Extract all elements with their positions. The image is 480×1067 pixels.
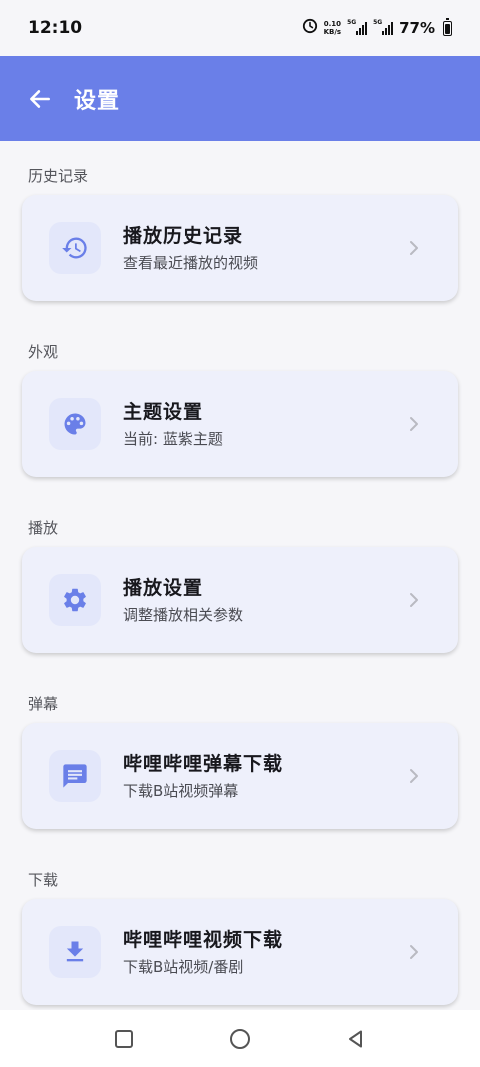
recent-apps-button[interactable] <box>110 1025 138 1053</box>
signal-icon-sim1: 5G <box>347 19 368 35</box>
section-label-download: 下载 <box>28 871 59 889</box>
system-nav-bar <box>0 1010 480 1067</box>
card-title: 主题设置 <box>123 401 204 423</box>
palette-icon <box>49 398 101 450</box>
card-subtitle: 查看最近播放的视频 <box>123 254 259 272</box>
signal-icon-sim2: 5G <box>373 19 394 35</box>
nav-back-button[interactable] <box>342 1025 370 1053</box>
triangle-back-icon <box>349 1030 362 1047</box>
settings-card-play-history[interactable]: 播放历史记录 查看最近播放的视频 <box>22 195 458 301</box>
card-subtitle: 下载B站视频/番剧 <box>123 958 244 976</box>
settings-card-danmaku-download[interactable]: 哔哩哔哩弹幕下载 下载B站视频弹幕 <box>22 723 458 829</box>
battery-percent: 77% <box>399 19 435 37</box>
gear-icon <box>49 574 101 626</box>
signal-sim1-label: 5G <box>347 19 357 26</box>
section-label-appearance: 外观 <box>28 343 59 361</box>
section-label-playback: 播放 <box>28 519 59 537</box>
section-label-danmaku: 弹幕 <box>28 695 59 713</box>
message-icon <box>49 750 101 802</box>
network-speed-value: 0.10 <box>323 20 341 28</box>
card-title: 哔哩哔哩弹幕下载 <box>123 753 284 775</box>
settings-card-playback[interactable]: 播放设置 调整播放相关参数 <box>22 547 458 653</box>
status-time: 12:10 <box>28 18 83 38</box>
square-icon <box>115 1029 133 1048</box>
card-subtitle: 当前: 蓝紫主题 <box>123 430 223 448</box>
chevron-right-icon <box>404 766 424 786</box>
status-bar: 12:10 0.10 KB/s 5G 5G 77% <box>0 0 480 56</box>
chevron-right-icon <box>404 590 424 610</box>
home-button[interactable] <box>226 1025 254 1053</box>
arrow-left-icon <box>30 89 50 108</box>
card-title: 播放设置 <box>123 577 204 599</box>
card-title: 哔哩哔哩视频下载 <box>123 929 284 951</box>
app-bar: 设置 <box>0 56 480 141</box>
signal-sim2-label: 5G <box>373 19 383 26</box>
settings-card-theme[interactable]: 主题设置 当前: 蓝紫主题 <box>22 371 458 477</box>
card-subtitle: 调整播放相关参数 <box>123 606 244 624</box>
chevron-right-icon <box>404 414 424 434</box>
card-title: 播放历史记录 <box>123 225 244 247</box>
download-icon <box>49 926 101 978</box>
page-title: 设置 <box>74 88 121 114</box>
section-label-history: 历史记录 <box>28 167 89 185</box>
network-speed-unit: KB/s <box>323 28 342 36</box>
alarm-icon <box>302 18 318 38</box>
battery-fill <box>445 23 450 34</box>
chevron-right-icon <box>404 238 424 258</box>
settings-card-video-download[interactable]: 哔哩哔哩视频下载 下载B站视频/番剧 <box>22 899 458 1005</box>
circle-icon <box>230 1028 250 1049</box>
status-icons: 0.10 KB/s 5G 5G 77% <box>302 17 452 38</box>
network-speed: 0.10 KB/s <box>324 20 341 36</box>
back-button[interactable] <box>20 79 60 119</box>
card-subtitle: 下载B站视频弹幕 <box>123 782 239 800</box>
battery-icon <box>443 17 452 36</box>
settings-list[interactable]: 历史记录 播放历史记录 查看最近播放的视频 外观 主题设置 当前: 蓝紫主题 播… <box>0 141 480 1010</box>
history-icon <box>49 222 101 274</box>
chevron-right-icon <box>404 942 424 962</box>
